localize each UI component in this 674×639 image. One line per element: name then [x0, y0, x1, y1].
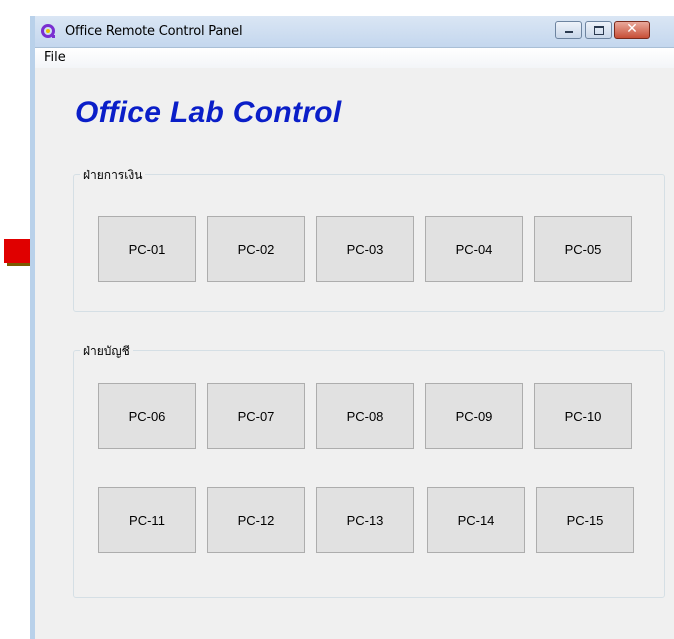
pc-04-button[interactable]: PC-04 [425, 216, 523, 282]
maximize-button[interactable] [585, 21, 612, 39]
app-icon [41, 24, 55, 38]
window-title: Office Remote Control Panel [65, 24, 243, 39]
minimize-button[interactable] [555, 21, 582, 39]
pc-03-button[interactable]: PC-03 [316, 216, 414, 282]
menu-bar: File [35, 48, 674, 68]
pc-07-button[interactable]: PC-07 [207, 383, 305, 449]
pc-14-button[interactable]: PC-14 [427, 487, 525, 553]
app-window: Office Remote Control Panel ✕ File Offic… [30, 16, 674, 639]
pc-05-button[interactable]: PC-05 [534, 216, 632, 282]
pc-12-button[interactable]: PC-12 [207, 487, 305, 553]
pc-10-button[interactable]: PC-10 [534, 383, 632, 449]
pc-02-button[interactable]: PC-02 [207, 216, 305, 282]
group-finance-label: ฝ่ายการเงิน [80, 166, 146, 185]
group-accounting-label: ฝ่ายบัญชี [80, 342, 133, 361]
pc-08-button[interactable]: PC-08 [316, 383, 414, 449]
pc-01-button[interactable]: PC-01 [98, 216, 196, 282]
menu-file[interactable]: File [44, 50, 66, 65]
group-accounting: ฝ่ายบัญชี PC-06 PC-07 PC-08 PC-09 PC-10 … [73, 342, 665, 598]
group-finance: ฝ่ายการเงิน PC-01 PC-02 PC-03 PC-04 PC-0… [73, 166, 665, 312]
close-button[interactable]: ✕ [614, 21, 650, 39]
pc-11-button[interactable]: PC-11 [98, 487, 196, 553]
title-bar[interactable]: Office Remote Control Panel ✕ [35, 16, 674, 48]
close-icon: ✕ [626, 21, 638, 37]
app-heading: Office Lab Control [75, 96, 342, 129]
pc-06-button[interactable]: PC-06 [98, 383, 196, 449]
pc-09-button[interactable]: PC-09 [425, 383, 523, 449]
pc-13-button[interactable]: PC-13 [316, 487, 414, 553]
pc-15-button[interactable]: PC-15 [536, 487, 634, 553]
